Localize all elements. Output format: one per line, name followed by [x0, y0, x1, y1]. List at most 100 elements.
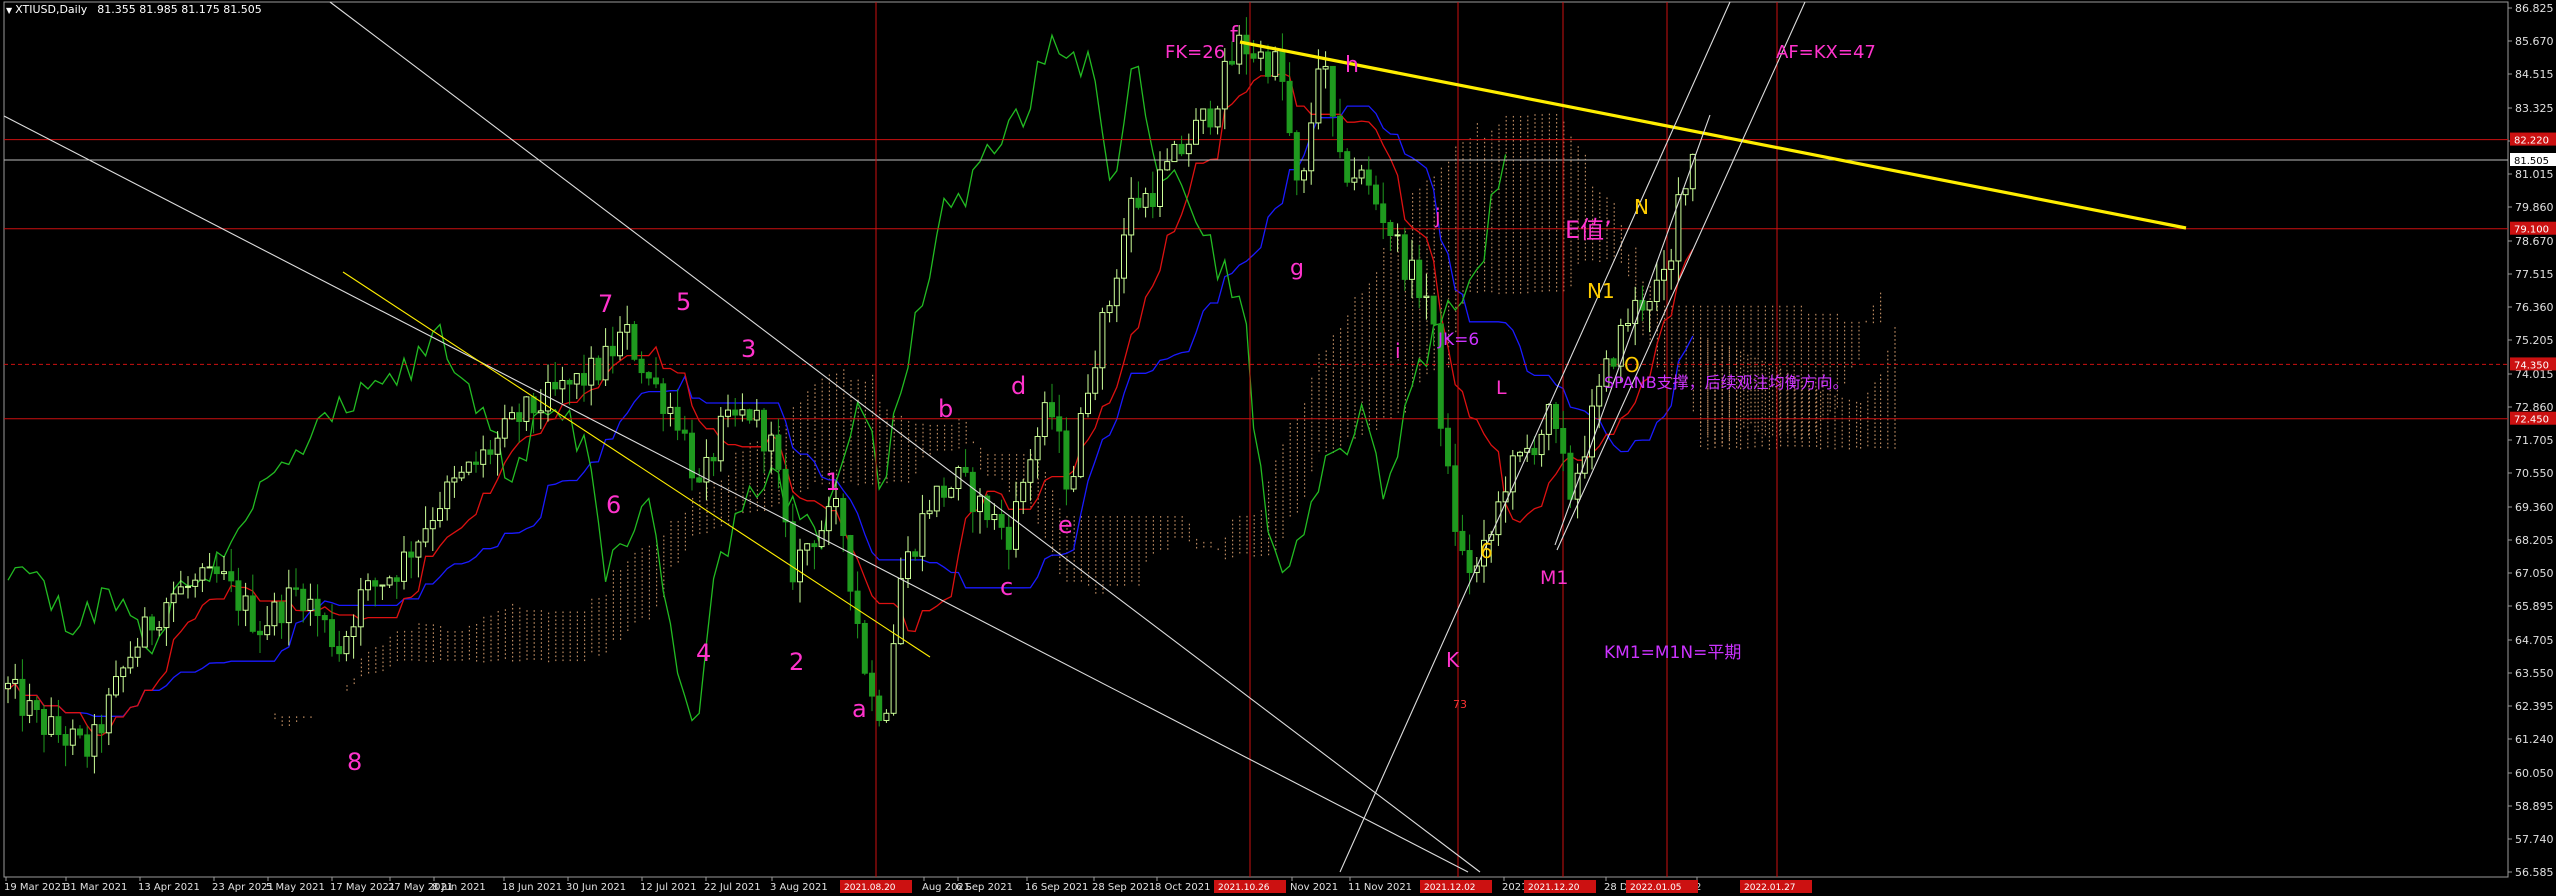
candle	[113, 676, 119, 696]
candle	[1329, 65, 1336, 117]
candle	[429, 520, 436, 530]
annotation-label: 4	[696, 639, 711, 667]
annotation-label: g	[1290, 256, 1304, 281]
price-tag-label: 74.350	[2514, 360, 2549, 371]
candle	[1178, 143, 1185, 155]
candle	[638, 358, 645, 374]
candle	[415, 541, 422, 558]
candle	[1164, 161, 1171, 171]
candle	[840, 497, 847, 536]
candle	[537, 410, 544, 414]
candle	[588, 357, 595, 386]
candle	[26, 700, 33, 716]
candle	[422, 528, 429, 543]
candle	[77, 728, 83, 736]
candle	[761, 409, 767, 452]
candle	[753, 409, 760, 421]
candle	[465, 461, 472, 473]
trendlines	[3, 1, 2187, 873]
candle	[1409, 259, 1415, 280]
candle	[653, 377, 659, 385]
candle	[768, 434, 775, 452]
annotation-label: 6	[606, 491, 621, 519]
price-tag-label: 79.100	[2514, 225, 2549, 236]
annotation-label: JK=6	[1437, 330, 1479, 350]
candle	[696, 477, 703, 483]
price-tick-label: 84.515	[2515, 68, 2554, 81]
candle	[782, 468, 789, 523]
candle	[1358, 169, 1365, 179]
candle	[559, 379, 566, 390]
candle	[1185, 143, 1192, 155]
candle	[631, 324, 638, 360]
time-tick-label: 2021	[1502, 882, 1527, 893]
candle	[257, 630, 263, 636]
candle	[1452, 465, 1459, 532]
candle	[1293, 132, 1300, 181]
candle	[1135, 197, 1142, 208]
annotation-label: f	[1230, 23, 1239, 48]
price-tick-label: 65.895	[2515, 600, 2554, 613]
candle	[991, 513, 998, 521]
candle	[847, 534, 854, 592]
candle	[458, 471, 465, 479]
candle	[660, 383, 667, 414]
annotation-label: 1	[825, 468, 840, 496]
candle	[1106, 305, 1113, 314]
price-tick-label: 67.050	[2515, 567, 2554, 580]
candle	[1423, 295, 1430, 298]
candle	[1401, 234, 1408, 280]
candle	[717, 415, 724, 462]
candle	[523, 396, 530, 422]
candle	[948, 488, 955, 498]
candle	[1214, 108, 1221, 128]
candle	[1286, 80, 1293, 134]
candle	[501, 418, 508, 439]
candle	[681, 429, 688, 434]
candle	[1113, 277, 1120, 307]
time-tick-label: 17 May 2021	[330, 882, 395, 893]
candle	[1531, 447, 1538, 456]
candle	[861, 622, 868, 674]
candle	[163, 602, 170, 629]
candle	[336, 646, 343, 655]
candle	[1344, 151, 1351, 183]
candle	[170, 593, 177, 604]
candle	[293, 587, 299, 590]
candle	[1661, 268, 1667, 281]
price-tick-label: 79.860	[2515, 201, 2554, 214]
time-tick-label: 5 May 2021	[266, 882, 325, 893]
time-tag-label: 2021.08.20	[844, 883, 896, 893]
candle	[530, 396, 537, 414]
time-tag-label: 2022.01.27	[1744, 883, 1796, 893]
candle	[609, 345, 616, 357]
candle	[84, 734, 91, 757]
candle	[1200, 108, 1207, 121]
candle	[1567, 452, 1574, 500]
annotation-label: KM1=M1N=平期	[1604, 643, 1741, 663]
candle	[667, 406, 674, 414]
annotation-label: 3	[741, 335, 756, 363]
price-chart[interactable]: FK=26 AF=KX=47E值’NN1O6SPANB支撑，后续观注均衡方向。KM…	[0, 0, 2556, 896]
candle	[1085, 392, 1091, 415]
candle	[581, 373, 587, 386]
annotation-label: 73	[1453, 698, 1467, 711]
annotation-label: M1	[1540, 567, 1568, 589]
candle	[1632, 299, 1639, 325]
candle	[451, 477, 458, 483]
annotation-label: 7	[598, 290, 613, 318]
price-tick-label: 64.705	[2515, 634, 2554, 647]
candle	[1502, 491, 1509, 503]
candle	[1279, 51, 1286, 82]
time-tag-label: 2021.10.26	[1218, 883, 1270, 893]
candle	[1337, 115, 1343, 153]
candle	[1049, 402, 1055, 418]
candle	[386, 577, 393, 586]
trendline-yellow-main	[1239, 40, 2187, 230]
candle	[1380, 203, 1387, 224]
candle	[1466, 550, 1473, 574]
candle	[221, 571, 227, 575]
candle	[1430, 295, 1437, 325]
candle	[1581, 456, 1588, 474]
candle	[624, 324, 631, 333]
